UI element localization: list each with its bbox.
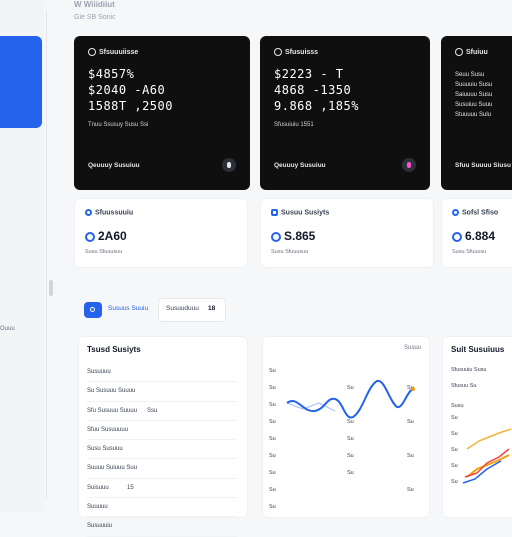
refresh-icon bbox=[271, 231, 281, 242]
stat-card-3[interactable]: Sofsl Sfiso 6.884 Susu Sfuuusu bbox=[441, 198, 512, 268]
data-point[interactable] bbox=[411, 387, 415, 391]
page-subtitle: Gie SB Sonic bbox=[74, 14, 116, 21]
dark-card-values: $2223 - T 4868 -1350 9.868 ,185% bbox=[274, 66, 359, 114]
value-line: 4868 -1350 bbox=[274, 83, 352, 97]
resize-handle[interactable] bbox=[49, 280, 53, 296]
stat-caption: Susu Sfuuusuu bbox=[85, 249, 123, 255]
dark-card-caption: Tnuu Ssusuy Susu Ssi bbox=[88, 122, 149, 128]
insights-panel: Tsusd Susiyts Susuuuu Su Susuuu Suuuu Sf… bbox=[78, 336, 248, 537]
search-tab-button[interactable] bbox=[84, 302, 102, 318]
list-item[interactable]: Susuuuu bbox=[87, 363, 237, 383]
list-item: Saiuuuu Susu bbox=[455, 92, 493, 98]
dark-card-caption: Sfusuiuiu 1551 bbox=[274, 122, 314, 128]
dark-card-title: Sfuiuu bbox=[455, 48, 488, 56]
sidebar-item-active[interactable] bbox=[0, 36, 42, 128]
series-line-amber-2 bbox=[466, 428, 512, 450]
trend-line bbox=[286, 379, 414, 419]
stat-caption: Susu Sfuuusuu bbox=[271, 249, 309, 255]
sidebar-bottom-label: Ouuu bbox=[0, 326, 15, 332]
page-title: W Wiiidiiut bbox=[74, 0, 115, 9]
list-item: Stuuuuu Sulu bbox=[455, 112, 492, 118]
info-icon bbox=[274, 48, 282, 56]
value-line: $4857% bbox=[88, 67, 135, 81]
status-dot-icon[interactable] bbox=[402, 158, 416, 172]
dark-card-rows: Seuu Susu Suuuuiu Susu Saiuuuu Susu Susu… bbox=[455, 70, 507, 120]
list-item[interactable]: Suuuu Suiuuu Suu bbox=[87, 459, 237, 479]
line-chart bbox=[286, 379, 415, 419]
bookmark-icon bbox=[271, 209, 278, 216]
list-item[interactable]: Sfuu Susuuuuu bbox=[87, 421, 237, 441]
stat-card-2[interactable]: Susuu Susiyts S.865 Susu Sfuuusuu bbox=[260, 198, 434, 268]
multi-line-chart bbox=[462, 428, 512, 484]
value-line: 9.868 ,185% bbox=[274, 99, 359, 113]
list-item: Seuu Susu bbox=[455, 72, 485, 78]
dark-card-footer: Qeuuuy Susuiuu bbox=[274, 162, 326, 169]
heart-icon bbox=[85, 231, 95, 242]
list-item: Susuiuu Suuu bbox=[455, 102, 493, 108]
dark-card-footer: Sfuu Suuuu Siusu bbox=[455, 162, 511, 169]
stat-caption: Susu Sfuuusu bbox=[452, 249, 487, 255]
sidebar-divider bbox=[46, 10, 47, 500]
dark-card-values: $4857% $2040 -A60 1588T ,2500 bbox=[88, 66, 173, 114]
tab-active[interactable]: Susuus Suuiu bbox=[108, 305, 148, 312]
tab-secondary-label: Susuuduuu bbox=[166, 305, 199, 312]
stat-title: Sfuussuuiu bbox=[85, 209, 133, 216]
stat-title: Sofsl Sfiso bbox=[452, 209, 512, 216]
stat-value: S.865 bbox=[271, 229, 315, 243]
stat-title: Susuu Susiyts bbox=[271, 209, 329, 216]
list-item[interactable]: Su Susuuu Suuuu bbox=[87, 382, 237, 402]
tab-count-badge: 18 bbox=[208, 305, 216, 312]
list-item[interactable]: Suisuuu 15 bbox=[87, 479, 237, 499]
refresh-icon bbox=[452, 231, 462, 242]
circle-icon bbox=[452, 209, 459, 216]
info-icon bbox=[455, 48, 463, 56]
dark-card-footer: Qeuuuy Susuiuu bbox=[88, 162, 140, 169]
bars-panel: Suit Susuiuus Sfusuuiu Susu Sfusuu Su Su… bbox=[442, 336, 512, 518]
list-item[interactable]: Sfu Susuuu Suuuu Ssu bbox=[87, 402, 237, 421]
stat-value: 6.884 bbox=[452, 229, 495, 243]
value-line: 1588T ,2500 bbox=[88, 99, 173, 113]
dark-card-3[interactable]: Sfuiuu Seuu Susu Suuuuiu Susu Saiuuuu Su… bbox=[441, 36, 512, 190]
dark-card-2[interactable]: Sfusuisss $2223 - T 4868 -1350 9.868 ,18… bbox=[260, 36, 430, 190]
stat-card-1[interactable]: Sfuussuuiu 2A60 Susu Sfuuusuu bbox=[74, 198, 248, 268]
panel-title: Tsusd Susiyts bbox=[87, 345, 141, 354]
series-line-blue bbox=[462, 460, 502, 484]
list-item[interactable]: Suuuuu bbox=[87, 498, 237, 518]
list-item: Suuuuiu Susu bbox=[455, 82, 493, 88]
insights-list: Susuuuu Su Susuuu Suuuu Sfu Susuuu Suuuu… bbox=[87, 363, 237, 537]
dark-card-title: Sfsuuuiisse bbox=[88, 48, 138, 56]
status-dot-icon[interactable] bbox=[222, 158, 236, 172]
info-icon bbox=[88, 48, 96, 56]
dark-card-title: Sfusuisss bbox=[274, 48, 318, 56]
dark-card-1[interactable]: Sfsuuuiisse $4857% $2040 -A60 1588T ,250… bbox=[74, 36, 250, 190]
circle-icon bbox=[85, 209, 92, 216]
value-line: $2223 - T bbox=[274, 67, 344, 81]
list-item[interactable]: Susu Susuuu bbox=[87, 440, 237, 460]
line-chart-panel: Susuu Su Su Su Su Su Su Su Su Su Su Su S… bbox=[262, 336, 430, 518]
value-line: $2040 -A60 bbox=[88, 83, 166, 97]
list-item[interactable]: Susuuuiu bbox=[87, 517, 237, 537]
stat-value: 2A60 bbox=[85, 229, 127, 243]
